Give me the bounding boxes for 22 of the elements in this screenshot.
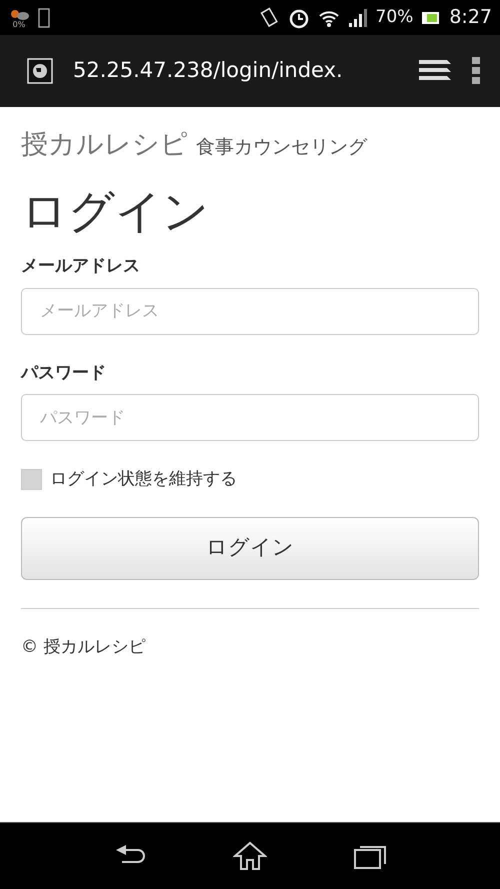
globe-icon <box>27 58 53 84</box>
footer-text: © 授カルレシピ <box>21 636 146 659</box>
more-menu-icon[interactable] <box>472 57 480 85</box>
login-button[interactable]: ログイン <box>21 516 479 580</box>
battery-icon <box>421 10 442 24</box>
clock: 8:27 <box>449 5 492 30</box>
password-field[interactable]: パスワード <box>21 394 479 442</box>
phone-icon <box>38 8 50 28</box>
recent-apps-icon[interactable] <box>354 843 386 869</box>
battery-percent: 70% <box>376 6 414 29</box>
vibrate-icon <box>258 6 280 28</box>
remember-label: ログイン状態を維持する <box>50 468 237 492</box>
home-icon[interactable] <box>232 841 267 871</box>
email-field[interactable]: メールアドレス <box>21 288 479 335</box>
site-brand[interactable]: 授カルレシピ <box>21 125 188 166</box>
signal-icon <box>348 8 368 26</box>
page-heading: ログイン <box>21 186 210 236</box>
site-tagline: 食事カウンセリング <box>196 135 367 160</box>
weather-reading: 0% <box>12 20 26 28</box>
field-label: パスワード <box>21 362 107 385</box>
checkbox[interactable] <box>21 469 42 490</box>
field-label: メールアドレス <box>21 255 141 278</box>
